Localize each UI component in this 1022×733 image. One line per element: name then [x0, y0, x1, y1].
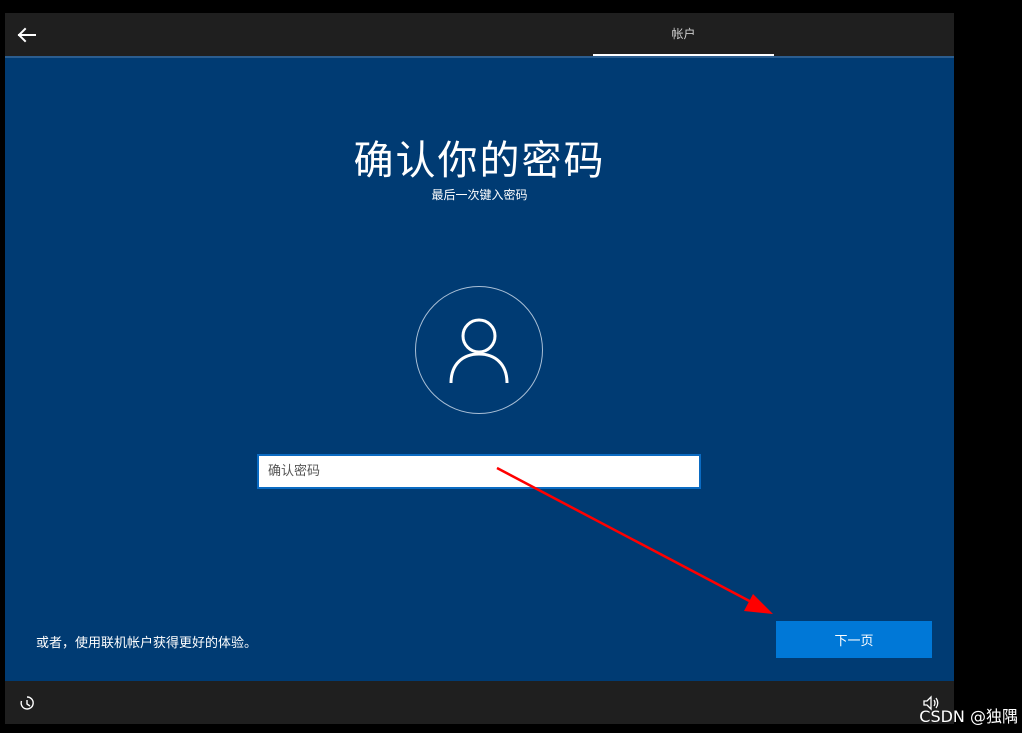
back-arrow-icon — [17, 27, 36, 43]
online-account-link[interactable]: 或者，使用联机帐户获得更好的体验。 — [36, 632, 257, 651]
user-icon — [449, 318, 509, 384]
accessibility-button[interactable] — [17, 693, 37, 713]
back-button[interactable] — [13, 21, 41, 49]
tab-account-label: 帐户 — [671, 27, 696, 41]
avatar — [415, 286, 543, 414]
top-bar: 帐户 — [5, 13, 954, 56]
watermark: CSDN @独隅 — [919, 707, 1018, 726]
bottom-bar — [5, 681, 954, 724]
screenshot-frame: 帐户 确认你的密码 最后一次键入密码 或者，使用联机帐户获得更好的体验。 下一页 — [0, 0, 1022, 733]
content-panel: 确认你的密码 最后一次键入密码 或者，使用联机帐户获得更好的体验。 下一页 — [5, 56, 954, 681]
page-subtitle: 最后一次键入密码 — [431, 188, 528, 202]
page-title: 确认你的密码 — [353, 138, 606, 184]
ease-of-access-icon — [20, 696, 34, 710]
confirm-password-input[interactable] — [257, 454, 701, 489]
next-button[interactable]: 下一页 — [776, 621, 932, 658]
tab-account[interactable]: 帐户 — [593, 13, 774, 56]
setup-window: 帐户 确认你的密码 最后一次键入密码 或者，使用联机帐户获得更好的体验。 下一页 — [5, 13, 954, 724]
